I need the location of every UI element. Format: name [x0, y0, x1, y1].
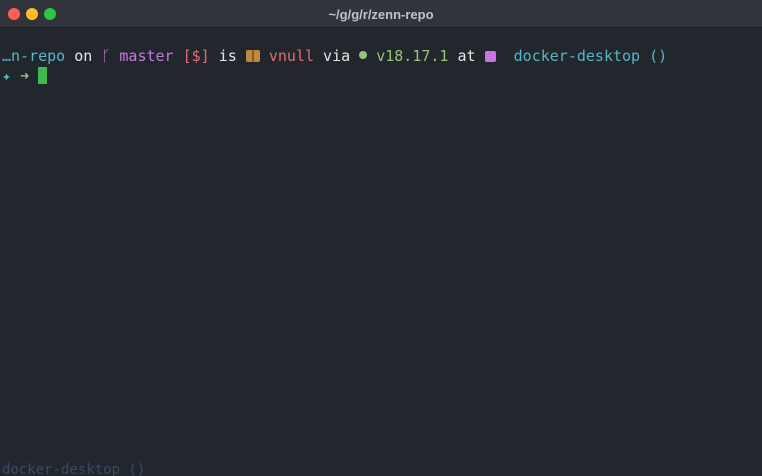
window-title: ~/g/g/r/zenn-repo: [328, 7, 434, 22]
package-version: vnull: [268, 47, 315, 65]
prompt-directory: …n-repo: [2, 47, 66, 65]
kube-context: docker-desktop: [513, 47, 641, 65]
node-version: v18.17.1: [376, 47, 449, 65]
prompt-symbol: ✦: [2, 67, 12, 85]
prompt-at: at: [457, 47, 476, 65]
terminal-window: ~/g/g/r/zenn-repo …n-repo on ᚴ master [$…: [0, 0, 762, 476]
package-icon: [245, 50, 260, 62]
git-branch-icon: ᚴ: [101, 47, 111, 65]
git-branch: master: [119, 47, 174, 65]
nodejs-icon: [359, 51, 368, 59]
prompt-arrow: ➜: [20, 67, 30, 85]
input-line[interactable]: ✦ ➜: [2, 66, 48, 86]
prompt-via: via: [323, 47, 351, 65]
kubernetes-icon: [484, 51, 496, 62]
kube-namespace: (): [649, 47, 668, 65]
prompt-on: on: [74, 47, 93, 65]
git-status: [$]: [182, 47, 210, 65]
title-bar: ~/g/g/r/zenn-repo: [0, 0, 762, 28]
prompt-is: is: [218, 47, 237, 65]
terminal-area[interactable]: …n-repo on ᚴ master [$] is vnull via v18…: [0, 28, 762, 476]
text-cursor: [38, 67, 48, 84]
previous-output-fragment: docker-desktop (): [2, 462, 146, 476]
prompt-line: …n-repo on ᚴ master [$] is vnull via v18…: [2, 46, 667, 66]
